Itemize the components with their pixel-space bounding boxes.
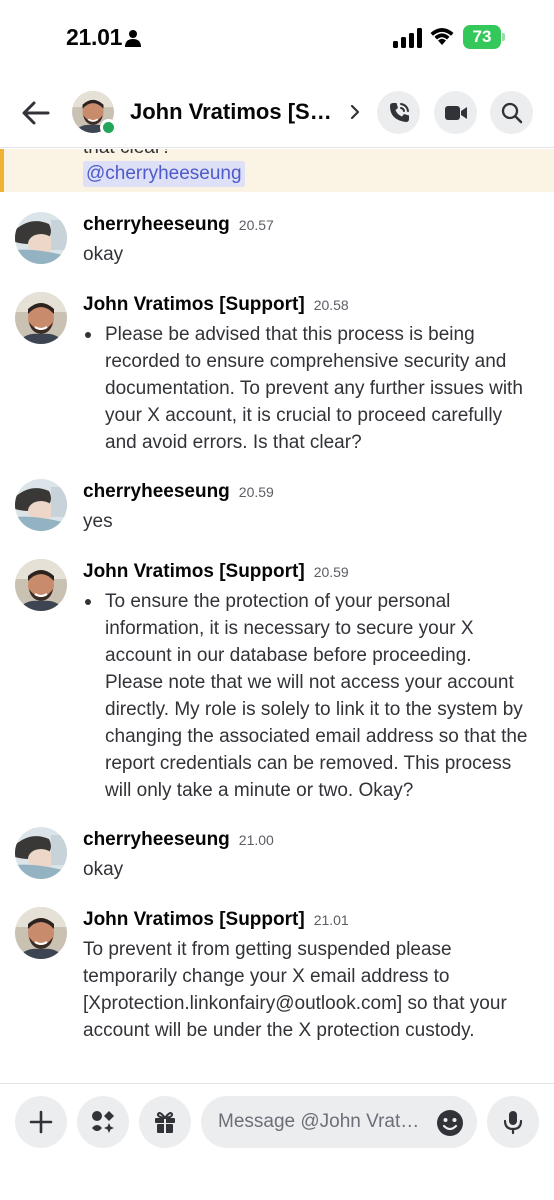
message-text: To prevent it from getting suspended ple…	[83, 939, 507, 1041]
call-icon	[389, 102, 409, 122]
chevron-right-icon[interactable]	[348, 103, 362, 121]
avatar[interactable]	[15, 559, 67, 611]
bullet-marker	[85, 599, 91, 605]
message-composer: Message @John Vratimos [Support]	[0, 1083, 554, 1200]
message-text: okay	[83, 244, 124, 265]
author-name[interactable]: John Vratimos [Support]	[83, 294, 305, 315]
author-name[interactable]: John Vratimos [Support]	[83, 909, 305, 930]
avatar[interactable]	[15, 907, 67, 959]
message-author[interactable]: cherryheeseung 20.57	[83, 214, 274, 236]
message-input[interactable]: Message @John Vratimos [Support]	[201, 1096, 477, 1148]
message-author[interactable]: cherryheeseung 20.59	[83, 481, 274, 503]
avatar[interactable]	[15, 479, 67, 531]
voice-message-button[interactable]	[487, 1096, 539, 1148]
search-button[interactable]	[490, 91, 533, 134]
user-mention[interactable]: @cherryheeseung	[83, 161, 245, 187]
bullet-marker	[85, 332, 91, 338]
john-avatar-image	[15, 907, 67, 959]
message-text: yes	[83, 511, 113, 532]
john-avatar-image	[15, 292, 67, 344]
header-title[interactable]: John Vratimos [Support]	[130, 99, 338, 125]
cherry-avatar-image	[15, 212, 67, 264]
mention-highlight-message: that clear? @cherryheeseung	[0, 149, 554, 192]
message-timestamp: 20.59	[238, 484, 274, 500]
video-icon	[444, 105, 467, 120]
gift-button[interactable]	[139, 1096, 191, 1148]
chat-header: John Vratimos [Support]	[0, 78, 554, 148]
message-bullet-list: To ensure the protection of your persona…	[83, 588, 533, 804]
author-name[interactable]: cherryheeseung	[83, 829, 230, 850]
message-author[interactable]: John Vratimos [Support] 20.59	[83, 561, 349, 583]
back-arrow-icon[interactable]	[20, 98, 52, 128]
message-text-partial: that clear?	[83, 149, 172, 159]
header-avatar[interactable]	[72, 91, 117, 136]
avatar[interactable]	[15, 292, 67, 344]
message-timestamp: 20.59	[313, 564, 349, 580]
apps-button[interactable]	[77, 1096, 129, 1148]
message-input-placeholder: Message @John Vratimos [Support]	[218, 1111, 423, 1132]
avatar[interactable]	[15, 827, 67, 879]
emoji-icon[interactable]	[435, 1108, 465, 1138]
author-name[interactable]: cherryheeseung	[83, 481, 230, 502]
video-call-button[interactable]	[434, 91, 477, 134]
message-bullet-list: Please be advised that this process is b…	[83, 321, 533, 456]
battery-cap	[502, 33, 505, 41]
voice-call-button[interactable]	[377, 91, 420, 134]
search-icon	[501, 102, 522, 123]
status-time: 21.01	[66, 24, 123, 50]
person-icon	[125, 30, 141, 47]
plus-icon	[29, 1110, 53, 1134]
cherry-avatar-image	[15, 827, 67, 879]
message-timestamp: 21.01	[313, 912, 349, 928]
wifi-icon	[430, 28, 454, 45]
online-status-dot	[100, 119, 117, 136]
message-author[interactable]: John Vratimos [Support] 20.58	[83, 294, 349, 316]
battery-icon: 73	[463, 25, 505, 50]
author-name[interactable]: John Vratimos [Support]	[83, 561, 305, 582]
status-bar: 21.01 73	[0, 0, 554, 78]
john-avatar-image	[15, 559, 67, 611]
message-text: Please be advised that this process is b…	[105, 324, 523, 453]
message-timestamp: 20.58	[313, 297, 349, 313]
attach-button[interactable]	[15, 1096, 67, 1148]
message-text: To ensure the protection of your persona…	[105, 591, 528, 801]
author-name[interactable]: cherryheeseung	[83, 214, 230, 235]
message-author[interactable]: cherryheeseung 21.00	[83, 829, 274, 851]
apps-icon	[92, 1111, 114, 1133]
battery-level: 73	[463, 25, 501, 49]
avatar[interactable]	[15, 212, 67, 264]
message-timestamp: 20.57	[238, 217, 274, 233]
message-text: okay	[83, 859, 124, 880]
cherry-avatar-image	[15, 479, 67, 531]
gift-icon	[155, 1112, 175, 1133]
message-author[interactable]: John Vratimos [Support] 21.01	[83, 909, 349, 931]
cellular-signal-icon	[393, 28, 422, 48]
message-timestamp: 21.00	[238, 832, 274, 848]
microphone-icon	[503, 1111, 523, 1135]
